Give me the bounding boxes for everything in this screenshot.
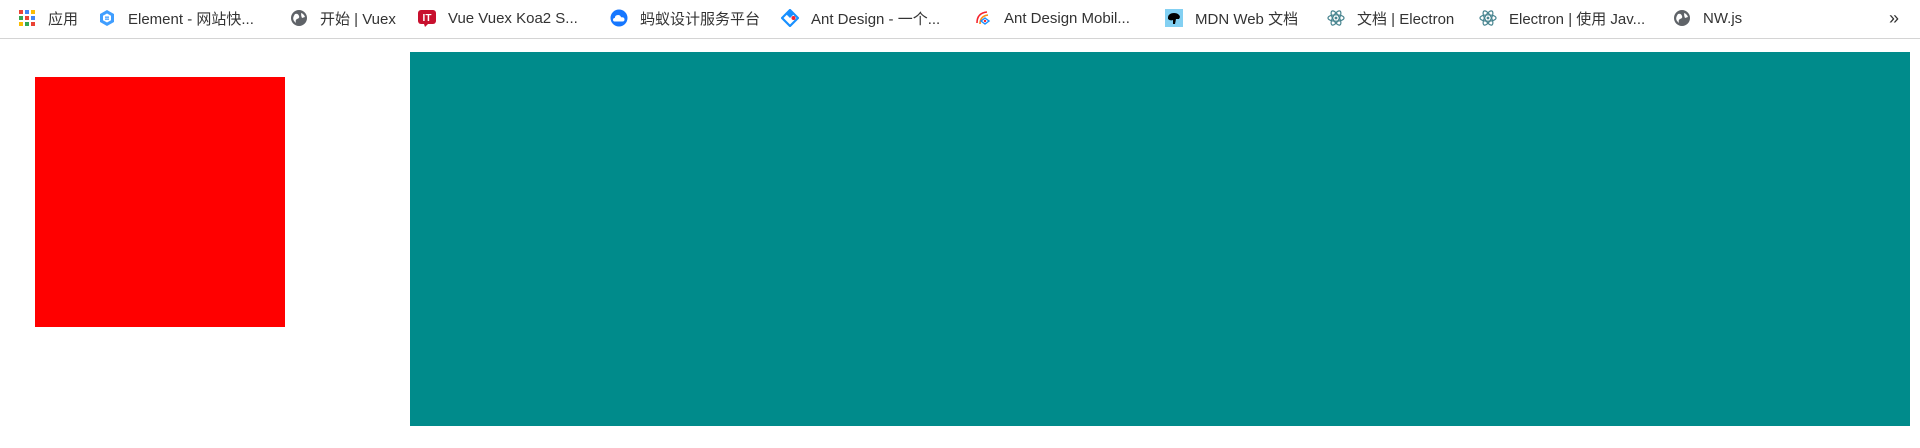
bookmark-mdn[interactable]: MDN Web 文档	[1165, 4, 1298, 32]
bookmark-electron-javascript[interactable]: Electron | 使用 Jav...	[1479, 4, 1645, 32]
element-logo-icon	[98, 9, 116, 27]
bookmark-label: 文档 | Electron	[1357, 10, 1455, 28]
globe-icon	[290, 9, 308, 27]
bookmark-vue-koa[interactable]: IT Vue Vuex Koa2 S...	[418, 4, 578, 32]
electron-logo-icon	[1479, 9, 1497, 27]
ant-mobile-logo-icon	[974, 9, 992, 27]
red-square	[35, 77, 285, 327]
bookmark-label: 开始 | Vuex	[320, 10, 396, 28]
bookmark-label: Electron | 使用 Jav...	[1509, 10, 1646, 28]
electron-logo-icon	[1327, 9, 1345, 27]
bookmark-label: Element - 网站快...	[128, 10, 254, 28]
bookmark-nwjs[interactable]: NW.js	[1673, 4, 1742, 32]
bookmark-ant-mobile[interactable]: Ant Design Mobil...	[974, 4, 1130, 32]
ant-design-logo-icon	[781, 9, 799, 27]
bookmark-label: 蚂蚁设计服务平台	[640, 10, 761, 28]
bookmark-label: 应用	[48, 10, 79, 28]
bookmarks-overflow-button[interactable]: »	[1883, 4, 1905, 32]
bookmark-electron-docs[interactable]: 文档 | Electron	[1327, 4, 1454, 32]
bookmarks-bar: 应用 Element - 网站快... 开始 | Vuex IT Vue Vue…	[0, 0, 1920, 39]
bookmark-label: NW.js	[1703, 9, 1743, 27]
svg-text:IT: IT	[423, 13, 432, 24]
bookmark-antfin-design[interactable]: 蚂蚁设计服务平台	[610, 4, 760, 32]
bookmark-apps[interactable]: 应用	[18, 4, 78, 32]
bookmark-vuex[interactable]: 开始 | Vuex	[290, 4, 396, 32]
bookmark-element[interactable]: Element - 网站快...	[98, 4, 254, 32]
teal-rectangle	[410, 52, 1910, 426]
cloud-icon	[610, 9, 628, 27]
bookmark-label: Ant Design Mobil...	[1004, 9, 1130, 27]
it-logo-icon: IT	[418, 9, 436, 27]
bookmark-ant-design[interactable]: Ant Design - 一个...	[781, 4, 940, 32]
apps-grid-icon	[18, 9, 36, 27]
mdn-dino-icon	[1165, 9, 1183, 27]
bookmark-label: MDN Web 文档	[1195, 10, 1299, 28]
bookmark-label: Ant Design - 一个...	[811, 10, 941, 28]
bookmark-label: Vue Vuex Koa2 S...	[448, 9, 578, 27]
globe-icon	[1673, 9, 1691, 27]
